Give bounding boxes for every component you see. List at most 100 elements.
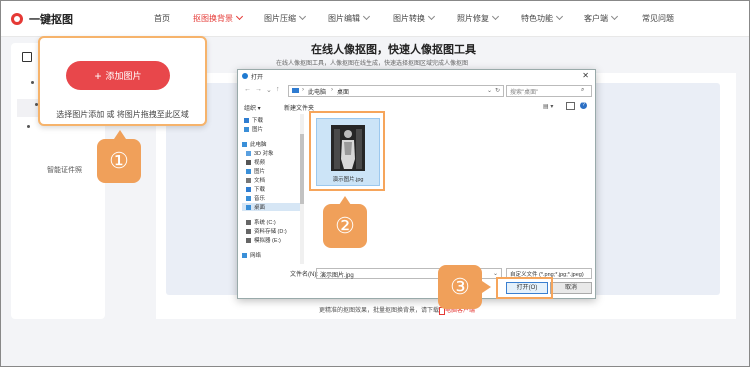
top-nav: 一键抠图 首页 抠图换背景 图片压缩 图片编辑 图片转换 照片修复 特色功能 客户端 常见问题 xyxy=(1,1,749,37)
nav-item[interactable]: 客户端 xyxy=(584,12,619,24)
drive-icon xyxy=(246,228,251,234)
recent-chevron-icon[interactable]: ⌄ xyxy=(266,86,272,94)
nav-pane-item-label: 网络 xyxy=(250,253,262,259)
nav-item-label: 特色功能 xyxy=(521,14,553,23)
monitor-icon xyxy=(292,88,299,93)
view-options-icon[interactable]: ▤ ▾ xyxy=(543,103,553,110)
chevron-down-icon xyxy=(427,12,436,21)
3d-objects-icon xyxy=(246,150,251,156)
nav-pane-item-label: 系统 (C:) xyxy=(254,220,276,226)
badge-pointer xyxy=(114,130,126,139)
chevron-down-icon xyxy=(362,12,371,21)
nav-item-label: 图片压缩 xyxy=(264,14,296,23)
nav-pane-item[interactable]: 此电脑 xyxy=(242,140,300,148)
nav-pane-item-label: 下载 xyxy=(254,187,266,193)
preview-pane-icon[interactable] xyxy=(566,102,575,110)
close-icon[interactable]: ✕ xyxy=(582,71,589,80)
breadcrumb-this-pc[interactable]: 此电脑 xyxy=(308,87,326,96)
add-image-callout: + 添加图片 选择图片添加 或 将图片拖拽至此区域 xyxy=(38,36,207,126)
chevron-down-icon xyxy=(555,12,564,21)
documents-icon xyxy=(246,177,251,183)
step-badge-2: ② xyxy=(323,204,367,248)
chevron-down-icon xyxy=(298,12,307,21)
logo[interactable]: 一键抠图 xyxy=(11,11,73,27)
dialog-titlebar: 打开 ✕ xyxy=(238,70,595,82)
download-icon xyxy=(244,117,249,123)
navigation-scrollbar[interactable] xyxy=(300,114,304,264)
nav-pane-item[interactable]: 音乐 xyxy=(242,194,304,202)
logo-text: 一键抠图 xyxy=(29,14,73,26)
bottom-note-text: 更精准的抠图效果，批量抠图换背景，请下载 xyxy=(319,308,440,314)
drive-icon xyxy=(246,219,251,225)
nav-item-label: 照片修复 xyxy=(457,14,489,23)
nav-pane-item-label: 音乐 xyxy=(254,196,266,202)
upload-hint: 选择图片添加 或 将图片拖拽至此区域 xyxy=(56,110,189,119)
step-badge-1: ① xyxy=(97,139,141,183)
add-image-button-label: 添加图片 xyxy=(105,71,142,81)
address-bar[interactable]: › 此电脑 › 桌面 ⌄ ↻ xyxy=(288,85,504,97)
breadcrumb-desktop[interactable]: 桌面 xyxy=(337,87,349,96)
nav-pane-item[interactable]: 系统 (C:) xyxy=(242,218,304,226)
nav-item[interactable]: 照片修复 xyxy=(457,12,500,24)
nav-pane-item[interactable]: 桌面 xyxy=(242,203,304,211)
dialog-toolbar: 组织 ▾ 新建文件夹 ▤ ▾ ? xyxy=(238,101,595,113)
nav-pane-item[interactable]: 图片 xyxy=(242,125,302,133)
nav-item[interactable]: 抠图换背景 xyxy=(193,12,244,24)
sidebar-bullet xyxy=(27,125,30,128)
nav-pane-item-label: 图片 xyxy=(254,169,266,175)
nav-item[interactable]: 图片压缩 xyxy=(264,12,307,24)
chevron-down-icon[interactable]: ⌄ xyxy=(487,87,492,94)
nav-item-label: 常见问题 xyxy=(642,14,674,23)
cancel-button[interactable]: 取消 xyxy=(550,282,592,294)
address-row: ← → ⌄ ↑ › 此电脑 › 桌面 ⌄ ↻ 搜索"桌面" ⌕ xyxy=(238,84,595,98)
video-icon xyxy=(246,159,251,165)
nav-item-label: 首页 xyxy=(154,14,170,23)
nav-pane-item[interactable]: 模拟器 (E:) xyxy=(242,236,304,244)
nav-item[interactable]: 图片转换 xyxy=(393,12,436,24)
sidebar-item-label[interactable]: 智能证件照 xyxy=(47,165,82,175)
organize-button[interactable]: 组织 ▾ xyxy=(244,103,261,112)
help-icon[interactable]: ? xyxy=(580,102,587,109)
nav-pane-item-label: 图片 xyxy=(252,127,264,133)
up-arrow-icon[interactable]: ↑ xyxy=(276,86,280,93)
nav-pane-item[interactable]: 视频 xyxy=(242,158,304,166)
logo-icon xyxy=(11,13,23,25)
nav-item[interactable]: 首页 xyxy=(154,13,170,24)
add-image-button[interactable]: + 添加图片 xyxy=(66,61,170,90)
open-file-dialog: 打开 ✕ ← → ⌄ ↑ › 此电脑 › 桌面 ⌄ ↻ 搜索"桌面" ⌕ 组织 … xyxy=(237,69,596,299)
drive-icon xyxy=(246,237,251,243)
nav-pane-item-label: 桌面 xyxy=(254,205,266,211)
nav-pane-item[interactable]: 资料存储 (D:) xyxy=(242,227,304,235)
search-input[interactable]: 搜索"桌面" ⌕ xyxy=(506,85,592,97)
forward-arrow-icon[interactable]: → xyxy=(255,86,262,93)
nav-pane-item[interactable]: 下载 xyxy=(242,116,302,124)
network-icon xyxy=(242,252,247,258)
refresh-icon[interactable]: ↻ xyxy=(495,87,500,94)
page-subtitle: 在线人像抠图工具，人像抠图在线生成，快速选择抠图区域完成人像抠图 xyxy=(276,61,469,67)
sidebar-tool-icon[interactable] xyxy=(22,52,32,62)
pictures-icon xyxy=(246,168,251,174)
nav-pane-item-label: 文档 xyxy=(254,178,266,184)
desktop-icon xyxy=(246,204,251,210)
nav-item-label: 抠图换背景 xyxy=(193,14,233,23)
nav-pane-item[interactable]: 网络 xyxy=(242,251,300,259)
nav-item-label: 客户端 xyxy=(584,14,608,23)
nav-pane-item-label: 此电脑 xyxy=(250,142,267,148)
back-arrow-icon[interactable]: ← xyxy=(244,86,251,93)
nav-pane-item[interactable]: 下载 xyxy=(242,185,304,193)
scrollbar-thumb[interactable] xyxy=(300,134,304,204)
chevron-down-icon[interactable]: ⌄ xyxy=(493,270,498,277)
nav-pane-item-label: 视频 xyxy=(254,160,266,166)
app-window: 一键抠图 首页 抠图换背景 图片压缩 图片编辑 图片转换 照片修复 特色功能 客户端 常见问题 … xyxy=(0,0,750,367)
nav-item[interactable]: 图片编辑 xyxy=(328,12,371,24)
badge-pointer xyxy=(482,281,491,293)
nav-pane-item[interactable]: 3D 对象 xyxy=(242,149,304,157)
nav-item[interactable]: 特色功能 xyxy=(521,12,564,24)
nav-pane-item[interactable]: 文档 xyxy=(242,176,304,184)
sidebar-bullet xyxy=(31,81,34,84)
nav-pane-item-label: 资料存储 (D:) xyxy=(254,229,287,235)
nav-pane-item-label: 3D 对象 xyxy=(254,151,274,157)
nav-item[interactable]: 常见问题 xyxy=(642,13,674,24)
filename-value: 演示图片.jpg xyxy=(320,273,354,279)
nav-pane-item[interactable]: 图片 xyxy=(242,167,304,175)
